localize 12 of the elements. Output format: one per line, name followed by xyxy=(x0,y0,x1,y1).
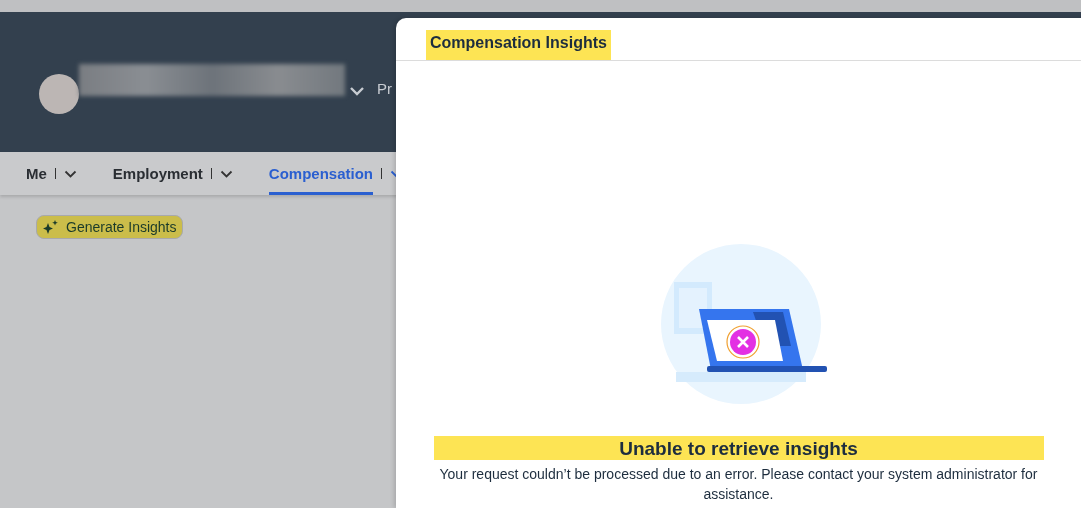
generate-insights-button[interactable]: Generate Insights xyxy=(36,215,183,239)
avatar xyxy=(39,74,79,114)
header-label: Pr xyxy=(377,79,392,97)
sparkle-icon xyxy=(42,219,60,235)
chevron-down-icon[interactable] xyxy=(63,169,77,178)
chevron-down-icon[interactable] xyxy=(219,169,233,178)
nav-tab[interactable]: Compensation xyxy=(268,152,374,195)
nav-tab[interactable]: Employment xyxy=(112,152,203,195)
nav-tab[interactable]: Me xyxy=(26,152,47,195)
error-message: Your request couldn’t be processed due to an error. Please contact your system administrator for assistance. xyxy=(438,465,1039,504)
dialog-title: Compensation Insights xyxy=(426,30,611,60)
error-heading: Unable to retrieve insights xyxy=(433,436,1044,460)
